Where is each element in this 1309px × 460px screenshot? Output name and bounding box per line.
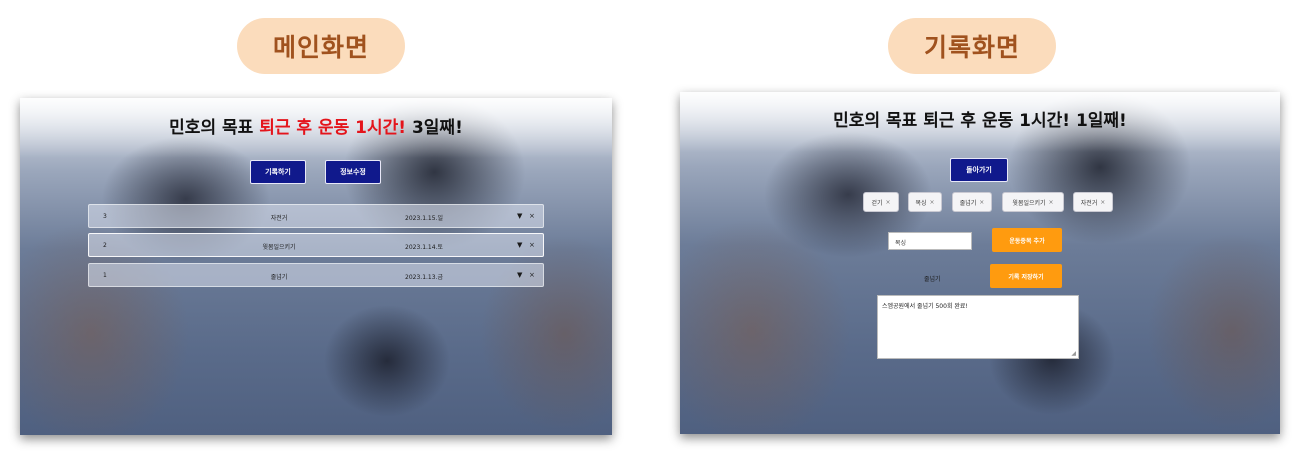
exercise-tag[interactable]: 자전거 ×	[1073, 192, 1113, 212]
save-record-button[interactable]: 기록 저장하기	[990, 264, 1062, 288]
chevron-down-icon[interactable]: ▼	[517, 212, 522, 220]
record-row[interactable]: 3 자전거 2023.1.15.일 ▼ ×	[88, 204, 544, 228]
close-icon[interactable]: ×	[529, 212, 535, 220]
exercise-input[interactable]: 복싱	[888, 232, 972, 250]
tag-label: 줄넘기	[959, 199, 977, 207]
row-exercise: 줄넘기	[270, 274, 288, 281]
main-screen-mockup: 민호의 목표 퇴근 후 운동 1시간! 3일째! 기록하기 정보수정 3 자전거…	[20, 98, 612, 435]
row-exercise: 자전거	[270, 215, 288, 222]
record-screen-label: 기록화면	[888, 18, 1056, 74]
memo-textarea[interactable]: 스엠공원에서 줄넘기 500회 완료! ◢	[877, 295, 1079, 359]
resize-handle-icon[interactable]: ◢	[1071, 350, 1076, 357]
exercise-tag[interactable]: 걷기 ×	[863, 192, 899, 212]
title-goal: 퇴근 후 운동 1시간!	[259, 118, 407, 138]
exercise-tag[interactable]: 윗몸일으키기 ×	[1002, 192, 1064, 212]
record-row[interactable]: 2 윗몸일으키기 2023.1.14.토 ▼ ×	[88, 233, 544, 257]
tag-label: 윗몸일으키기	[1012, 199, 1046, 207]
back-button[interactable]: 돌아가기	[950, 158, 1008, 182]
tag-label: 걷기	[871, 199, 883, 207]
title-prefix: 민호의 목표	[169, 118, 260, 138]
title-suffix: 3일째!	[406, 118, 463, 138]
row-number: 2	[103, 242, 107, 249]
row-date: 2023.1.13.금	[405, 274, 443, 281]
close-icon[interactable]: ×	[979, 199, 984, 206]
close-icon[interactable]: ×	[1049, 199, 1054, 206]
record-button[interactable]: 기록하기	[250, 160, 306, 184]
row-exercise: 윗몸일으키기	[262, 244, 296, 251]
row-date: 2023.1.14.토	[405, 244, 443, 251]
close-icon[interactable]: ×	[1100, 199, 1105, 206]
close-icon[interactable]: ×	[930, 199, 935, 206]
close-icon[interactable]: ×	[529, 271, 535, 279]
add-exercise-button[interactable]: 운동종목 추가	[992, 228, 1062, 252]
row-date: 2023.1.15.일	[405, 215, 443, 222]
record-row[interactable]: 1 줄넘기 2023.1.13.금 ▼ ×	[88, 263, 544, 287]
chevron-down-icon[interactable]: ▼	[517, 271, 522, 279]
memo-text: 스엠공원에서 줄넘기 500회 완료!	[882, 303, 968, 310]
record-screen-mockup: 민호의 목표 퇴근 후 운동 1시간! 1일째! 돌아가기 걷기 × 복싱 × 줄넘…	[680, 92, 1280, 434]
chevron-down-icon[interactable]: ▼	[517, 241, 522, 249]
page-title: 민호의 목표 퇴근 후 운동 1시간! 3일째!	[20, 113, 612, 138]
close-icon[interactable]: ×	[529, 241, 535, 249]
tag-label: 복싱	[915, 199, 927, 207]
row-number: 3	[103, 213, 107, 220]
exercise-tag[interactable]: 줄넘기 ×	[952, 192, 992, 212]
exercise-tag[interactable]: 복싱 ×	[908, 192, 942, 212]
selected-exercise: 줄넘기	[924, 276, 941, 283]
tag-label: 자전거	[1080, 199, 1098, 207]
close-icon[interactable]: ×	[886, 199, 891, 206]
page-title: 민호의 목표 퇴근 후 운동 1시간! 1일째!	[833, 111, 1127, 131]
main-screen-label: 메인화면	[237, 18, 405, 74]
row-number: 1	[103, 272, 107, 279]
edit-info-button[interactable]: 정보수정	[325, 160, 381, 184]
